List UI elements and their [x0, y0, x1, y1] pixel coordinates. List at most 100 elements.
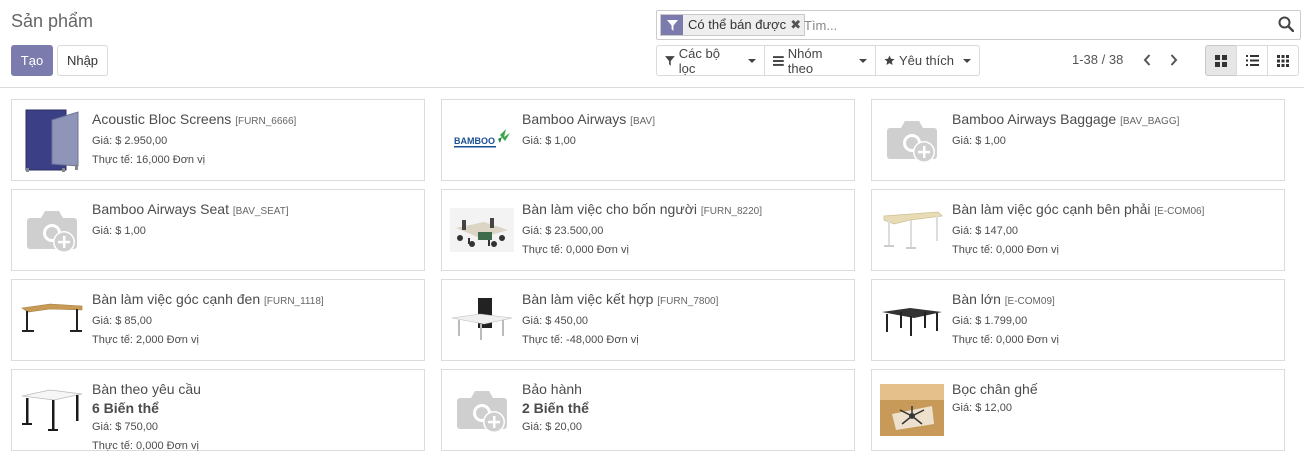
- product-card[interactable]: Bàn làm việc kết hợp [FURN_7800] Giá: $ 4…: [441, 279, 855, 361]
- product-name-text: Bàn lớn: [952, 291, 1001, 307]
- product-name: Bamboo Airways Seat [BAV_SEAT]: [92, 201, 418, 220]
- product-quantity: Thực tế: -48,000 Đơn vị: [522, 334, 639, 346]
- product-price: Giá: $ 750,00: [92, 421, 159, 433]
- product-image: [20, 198, 84, 262]
- product-price: Giá: $ 23.500,00: [522, 225, 604, 237]
- filters-dropdown[interactable]: Các bộ lọc: [656, 45, 765, 76]
- caret-down-icon: [859, 58, 867, 63]
- product-info: Bàn lớn [E-COM09] Giá: $ 1.799,00 Thực tế:…: [952, 291, 1278, 348]
- chevron-right-icon: [1170, 54, 1178, 66]
- page-title: Sản phẩm: [11, 11, 94, 31]
- caret-down-icon: [748, 58, 756, 63]
- search-facet-label: Có thể bán được: [688, 17, 787, 32]
- product-quantity: Thực tế: 16,000 Đơn vị: [92, 154, 206, 166]
- product-card[interactable]: Bàn làm việc cho bốn người [FURN_8220] Gi…: [441, 189, 855, 271]
- product-code: [E-COM09]: [1004, 296, 1055, 307]
- product-quantity: Thực tế: 0,000 Đơn vị: [952, 244, 1059, 256]
- product-price: Giá: $ 1,00: [952, 135, 1006, 147]
- product-name: Bảo hành: [522, 381, 848, 397]
- list-view-button[interactable]: [1236, 45, 1268, 76]
- filters-dropdown-label: Các bộ lọc: [678, 45, 720, 76]
- product-image: [20, 378, 84, 442]
- product-card[interactable]: Bọc chân ghế Giá: $ 12,00: [871, 369, 1285, 451]
- search-facet: Có thể bán được ✖: [660, 14, 806, 36]
- control-panel: Sản phẩm Tạo Nhập Có thể bán được ✖ Các …: [0, 0, 1304, 88]
- product-card[interactable]: Bàn làm việc góc cạnh bên phải [E-COM06]…: [871, 189, 1285, 271]
- filter-icon: [665, 55, 675, 66]
- pager-previous-button[interactable]: [1139, 52, 1155, 68]
- product-info: Bàn làm việc kết hợp [FURN_7800] Giá: $ 4…: [522, 291, 848, 348]
- product-image: [20, 288, 84, 352]
- product-code: [BAV]: [630, 116, 655, 127]
- favorites-dropdown-label: Yêu thích: [899, 53, 954, 68]
- product-code: [E-COM06]: [1154, 206, 1205, 217]
- product-variants[interactable]: 6 Biến thể: [92, 400, 418, 416]
- product-name-text: Bamboo Airways: [522, 111, 627, 127]
- product-code: [FURN_8220]: [700, 206, 763, 217]
- import-button[interactable]: Nhập: [57, 45, 108, 76]
- product-price: Giá: $ 450,00: [522, 315, 589, 327]
- product-card[interactable]: Acoustic Bloc Screens [FURN_6666] Giá: $ …: [11, 99, 425, 181]
- search-icon[interactable]: [1278, 16, 1296, 34]
- product-code: [BAV_SEAT]: [232, 206, 289, 217]
- product-variants[interactable]: 2 Biến thể: [522, 400, 848, 416]
- product-image: [450, 378, 514, 442]
- list-icon: [1245, 55, 1259, 66]
- kanban-icon: [1215, 54, 1227, 67]
- product-info: Bàn làm việc cho bốn người [FURN_8220] Gi…: [522, 201, 848, 258]
- product-image: [450, 198, 514, 262]
- product-info: Bàn làm việc góc cạnh bên phải [E-COM06]…: [952, 201, 1278, 258]
- product-info: Bọc chân ghế Giá: $ 12,00: [952, 381, 1278, 416]
- product-name-text: Bàn theo yêu cầu: [92, 381, 201, 397]
- product-code: [FURN_7800]: [657, 296, 719, 307]
- product-name-text: Bàn làm việc kết hợp: [522, 291, 654, 307]
- product-card[interactable]: Bamboo Airways Seat [BAV_SEAT] Giá: $ 1,0…: [11, 189, 425, 271]
- product-card[interactable]: Bàn làm việc góc cạnh đen [FURN_1118] Giá…: [11, 279, 425, 361]
- facet-remove-icon[interactable]: ✖: [790, 15, 804, 35]
- pager-value[interactable]: 1-38 / 38: [1072, 52, 1123, 67]
- product-quantity: Thực tế: 0,000 Đơn vị: [522, 244, 629, 256]
- product-price: Giá: $ 12,00: [952, 402, 1012, 414]
- product-code: [FURN_6666]: [235, 116, 297, 127]
- create-button[interactable]: Tạo: [11, 45, 53, 76]
- pager-next-button[interactable]: [1166, 52, 1182, 68]
- bars-icon: [773, 55, 784, 66]
- grid-icon: [1277, 54, 1289, 67]
- group-by-dropdown[interactable]: Nhóm theo: [764, 45, 876, 76]
- product-card[interactable]: Bảo hành 2 Biến thể Giá: $ 20,00: [441, 369, 855, 451]
- product-quantity: Thực tế: 0,000 Đơn vị: [92, 440, 199, 452]
- product-name: Bamboo Airways [BAV]: [522, 111, 848, 130]
- product-name: Bàn theo yêu cầu: [92, 381, 418, 397]
- product-name-text: Bàn làm việc góc cạnh bên phải: [952, 201, 1151, 217]
- product-name: Bamboo Airways Baggage [BAV_BAGG]: [952, 111, 1278, 130]
- product-card[interactable]: Bàn theo yêu cầu 6 Biến thể Giá: $ 750,00 T…: [11, 369, 425, 452]
- product-name-text: Bọc chân ghế: [952, 381, 1038, 397]
- search-bar: Có thể bán được ✖: [656, 10, 1301, 40]
- product-card[interactable]: Bàn lớn [E-COM09] Giá: $ 1.799,00 Thực tế:…: [871, 279, 1285, 361]
- favorites-dropdown[interactable]: Yêu thích: [875, 45, 980, 76]
- product-image: [880, 288, 944, 352]
- product-card[interactable]: BAMBOO Bamboo Airways [BAV] Giá: $ 1,00: [441, 99, 855, 181]
- product-price: Giá: $ 1,00: [522, 135, 576, 147]
- product-price: Giá: $ 1,00: [92, 225, 146, 237]
- product-image: [880, 378, 944, 442]
- product-card[interactable]: Bamboo Airways Baggage [BAV_BAGG] Giá: $ …: [871, 99, 1285, 181]
- group-by-dropdown-label: Nhóm theo: [787, 45, 823, 76]
- bamboo-logo-text: BAMBOO: [454, 136, 495, 146]
- product-price: Giá: $ 147,00: [952, 225, 1019, 237]
- product-name: Bàn làm việc cho bốn người [FURN_8220]: [522, 201, 848, 220]
- product-quantity: Thực tế: 2,000 Đơn vị: [92, 334, 199, 346]
- product-image: [880, 108, 944, 172]
- grid-view-button[interactable]: [1267, 45, 1299, 76]
- search-input[interactable]: [804, 15, 1264, 35]
- product-image: [20, 108, 84, 172]
- star-icon: [884, 55, 895, 65]
- product-price: Giá: $ 1.799,00: [952, 315, 1028, 327]
- product-name-text: Bàn làm việc cho bốn người: [522, 201, 697, 217]
- product-name-text: Bảo hành: [522, 381, 582, 397]
- product-image: BAMBOO: [450, 108, 514, 172]
- kanban-view-button[interactable]: [1205, 45, 1237, 76]
- product-name: Bàn làm việc góc cạnh bên phải [E-COM06]: [952, 201, 1278, 220]
- caret-down-icon: [962, 58, 971, 63]
- product-name-text: Acoustic Bloc Screens: [92, 111, 232, 127]
